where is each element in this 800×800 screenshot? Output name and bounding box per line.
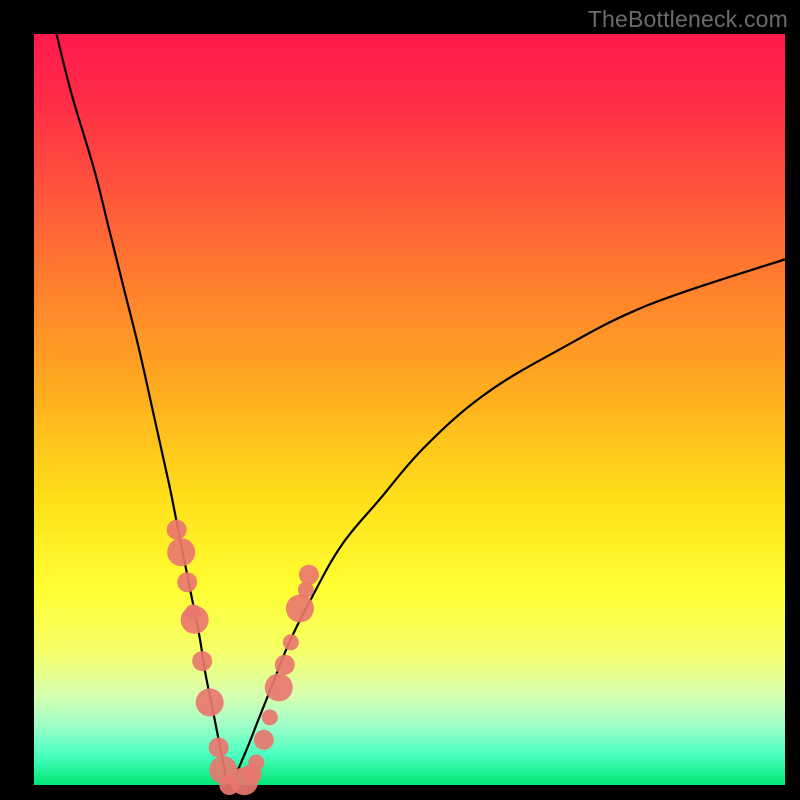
data-marker [209,738,229,758]
data-marker [248,755,264,771]
data-marker [177,572,197,592]
watermark-text: TheBottleneck.com [588,6,788,33]
data-marker [265,673,293,701]
data-marker [167,538,195,566]
marker-group [167,520,319,796]
chart-frame: TheBottleneck.com [0,0,800,800]
data-marker [196,688,224,716]
data-marker [283,634,299,650]
data-marker [299,565,319,585]
data-marker [286,595,314,623]
data-marker [254,730,274,750]
data-marker [192,651,212,671]
data-marker [262,709,278,725]
data-marker [275,655,295,675]
data-marker [167,520,187,540]
bottleneck-curve [57,34,786,785]
curve-svg [34,34,785,785]
data-marker [181,606,209,634]
plot-area [34,34,785,785]
